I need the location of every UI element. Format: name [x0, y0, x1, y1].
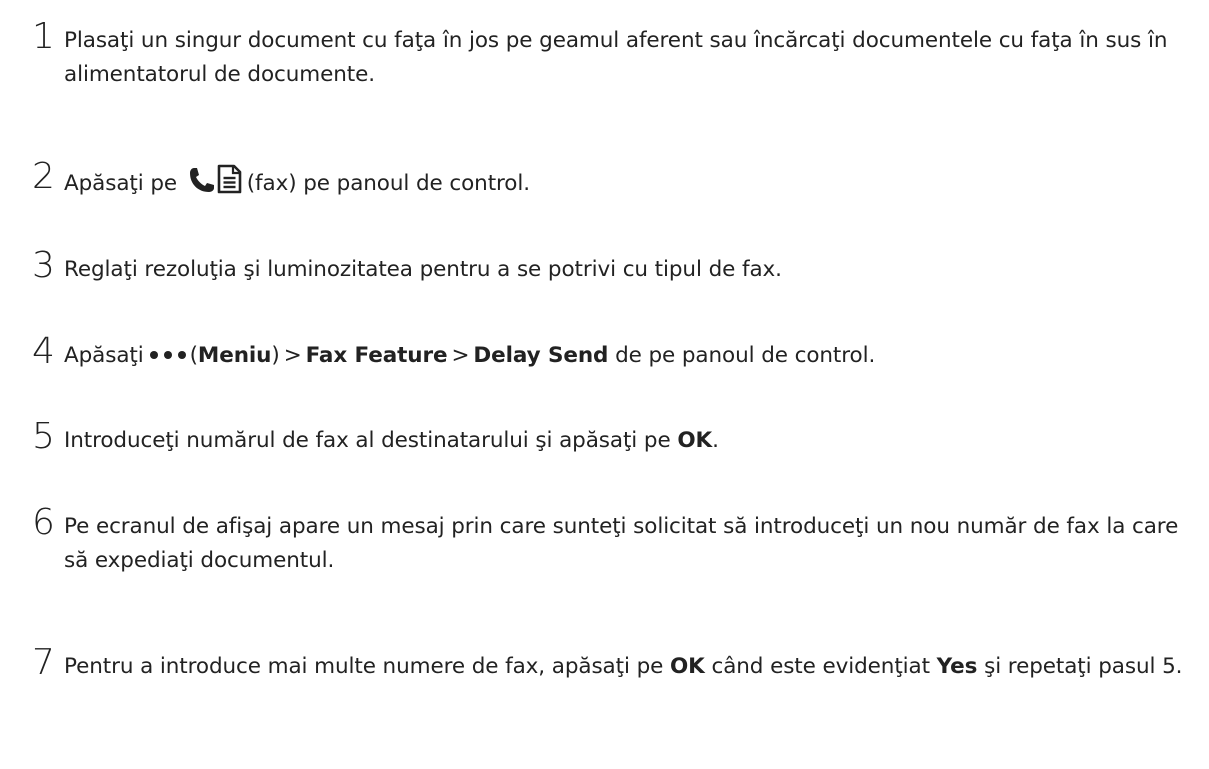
step-text: Pentru a introduce mai multe numere de f… [64, 650, 1194, 684]
step-text-before: Introduceţi numărul de fax al destinatar… [64, 428, 671, 453]
step-number: 1 [32, 16, 55, 57]
step-text-after: . [712, 428, 719, 453]
menu-item-delay-send: Delay Send [473, 343, 609, 368]
menu-item-fax-feature: Fax Feature [305, 343, 448, 368]
step-number: 6 [32, 502, 55, 543]
step-text-before: Pentru a introduce mai multe numere de f… [64, 654, 664, 679]
paren-close: ) [271, 343, 280, 368]
step-text-after: de pe panoul de control. [615, 343, 876, 368]
step-number: 7 [32, 642, 55, 683]
step-text: Introduceţi numărul de fax al destinatar… [64, 424, 1194, 458]
step-text-middle: când este evidenţiat [711, 654, 930, 679]
step-text-after: şi repetaţi pasul 5. [984, 654, 1183, 679]
step-text: Plasaţi un singur document cu faţa în jo… [64, 28, 1168, 87]
step-number: 4 [32, 331, 55, 372]
step-text-before: Apăsaţi [64, 343, 144, 368]
menu-label: Meniu [197, 343, 272, 368]
step-text: Apăsaţi pe (fax) pe panoul de control. [64, 164, 1194, 201]
step-text: Apăsaţi (Meniu) > Fax Feature > Delay Send d… [64, 339, 1194, 373]
step-text-before: Apăsaţi pe [64, 171, 178, 196]
paren-open: ( [189, 343, 198, 368]
step-text: Reglaţi rezoluţia şi luminozitatea pentr… [64, 257, 782, 282]
more-dots-icon [149, 351, 186, 359]
menu-separator: > [283, 343, 302, 368]
step-number: 5 [32, 416, 55, 457]
step-number: 2 [32, 156, 55, 197]
yes-label: Yes [936, 654, 978, 679]
ok-label: OK [677, 428, 713, 453]
menu-separator: > [451, 343, 470, 368]
fax-icon [189, 164, 242, 194]
step-text: Pe ecranul de afişaj apare un mesaj prin… [64, 514, 1179, 573]
step-number: 3 [32, 245, 55, 286]
step-text-after: (fax) pe panoul de control. [246, 171, 530, 196]
ok-label: OK [669, 654, 705, 679]
